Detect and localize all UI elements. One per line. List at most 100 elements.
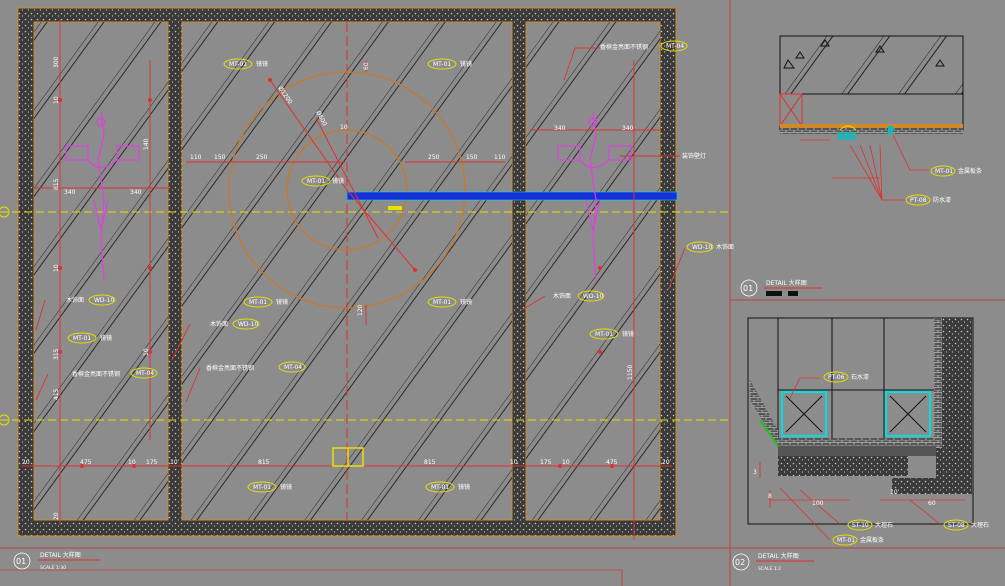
svg-text:150: 150 [214, 154, 226, 161]
svg-text:250: 250 [256, 154, 268, 161]
svg-text:20: 20 [662, 459, 670, 466]
cad-drawing: MT-01 镜镜 MT-01 镜镜 MT-01 镜镜 MT-01 镜镜 MT-0… [0, 0, 1005, 586]
svg-text:ST-08: ST-08 [948, 522, 965, 529]
svg-text:10: 10 [53, 96, 60, 104]
wall-lamp-label: 装饰壁灯 [682, 152, 706, 160]
svg-text:镜镜: 镜镜 [460, 298, 472, 306]
svg-text:10: 10 [562, 459, 570, 466]
svg-text:815: 815 [424, 459, 436, 466]
svg-text:MT-04: MT-04 [284, 364, 302, 371]
svg-text:815: 815 [53, 178, 60, 190]
svg-text:MT-01: MT-01 [595, 331, 613, 338]
svg-text:香槟金亮面不锈钢: 香槟金亮面不锈钢 [206, 364, 254, 372]
tag-wd10-outer-right: WD-10 木饰面 [686, 241, 734, 253]
svg-text:WD-10: WD-10 [238, 321, 259, 328]
svg-text:10: 10 [143, 348, 150, 356]
svg-text:石水漆: 石水漆 [851, 373, 869, 381]
svg-text:250: 250 [428, 154, 440, 161]
tag-mt01-bottom-right: MT-01 镜镜 [425, 481, 470, 493]
svg-text:20: 20 [22, 459, 30, 466]
svg-text:WD-10: WD-10 [94, 297, 115, 304]
svg-text:10: 10 [890, 489, 898, 496]
svg-text:香槟金亮面不锈钢: 香槟金亮面不锈钢 [600, 43, 648, 51]
svg-text:140: 140 [143, 138, 150, 150]
detail-02-drawing: 3 8 100 10 60 PT-06 石水漆 ST-10 大理石 ST-08 … [747, 317, 989, 546]
svg-text:60: 60 [928, 500, 936, 507]
svg-text:10: 10 [510, 459, 518, 466]
svg-text:340: 340 [622, 125, 634, 132]
svg-text:DETAIL 大样图: DETAIL 大样图 [766, 279, 807, 287]
svg-text:香槟金亮面不锈钢: 香槟金亮面不锈钢 [72, 370, 120, 378]
svg-text:镜镜: 镜镜 [460, 60, 472, 68]
svg-text:175: 175 [146, 459, 158, 466]
svg-text:DETAIL 大样图: DETAIL 大样图 [758, 552, 799, 560]
svg-text:大理石: 大理石 [875, 521, 893, 529]
tag-mt01-top: MT-01 镜镜 [223, 58, 268, 70]
svg-text:340: 340 [554, 125, 566, 132]
svg-text:MT-01: MT-01 [431, 484, 449, 491]
svg-text:1150: 1150 [627, 365, 634, 380]
svg-text:WD-10: WD-10 [583, 293, 604, 300]
svg-text:镜镜: 镜镜 [622, 330, 634, 338]
svg-text:MT-01: MT-01 [433, 61, 451, 68]
svg-text:415: 415 [53, 388, 60, 400]
svg-text:100: 100 [812, 500, 824, 507]
svg-text:175: 175 [540, 459, 552, 466]
tag-mt01-right-panel: MT-01 镜镜 [589, 328, 634, 340]
svg-text:MT-01: MT-01 [249, 299, 267, 306]
svg-text:MT-01: MT-01 [837, 537, 855, 544]
svg-text:10: 10 [53, 264, 60, 272]
svg-text:镜镜: 镜镜 [280, 483, 292, 491]
svg-text:MT-01: MT-01 [433, 299, 451, 306]
svg-text:01: 01 [16, 557, 26, 566]
detail-02-title-block: 02 DETAIL 大样图 SCALE 1:2 [732, 552, 814, 572]
svg-text:镜镜: 镜镜 [100, 334, 112, 342]
svg-text:8: 8 [768, 493, 772, 500]
svg-text:120: 120 [357, 304, 364, 316]
elevation-drawing [0, 7, 728, 540]
svg-text:MT-01: MT-01 [307, 178, 325, 185]
svg-text:340: 340 [130, 189, 142, 196]
svg-text:475: 475 [606, 459, 618, 466]
svg-text:01: 01 [743, 284, 753, 293]
svg-text:PT-06: PT-06 [828, 374, 845, 381]
svg-text:MT-04: MT-04 [136, 370, 154, 377]
svg-text:MT-01: MT-01 [229, 61, 247, 68]
svg-text:木饰面: 木饰面 [716, 243, 734, 251]
svg-text:3: 3 [753, 469, 757, 476]
tag-mt01-mid-left: MT-01 镜镜 [243, 296, 288, 308]
svg-text:300: 300 [53, 56, 60, 68]
tag-mt01-left-panel: MT-01 镜镜 [67, 332, 112, 344]
svg-text:10: 10 [170, 459, 178, 466]
svg-text:10: 10 [128, 459, 136, 466]
svg-text:MT-01: MT-01 [73, 335, 91, 342]
svg-text:镜镜: 镜镜 [256, 60, 268, 68]
svg-text:ST-10: ST-10 [852, 522, 869, 529]
svg-text:镜镜: 镜镜 [458, 483, 470, 491]
detail-01-drawing: MT-01 金属板条 PT-08 防水漆 [779, 35, 982, 206]
svg-text:镜镜: 镜镜 [276, 298, 288, 306]
elevation-title-block: 01 DETAIL 大样图 SCALE 1:30 [13, 551, 100, 571]
svg-text:木饰面: 木饰面 [553, 292, 571, 300]
svg-text:大理石: 大理石 [971, 521, 989, 529]
svg-text:金属板条: 金属板条 [958, 167, 982, 175]
tag-mt01-circle: MT-01 镜镜 [301, 175, 344, 187]
tag-mt01-mid-right: MT-01 镜镜 [427, 296, 472, 308]
svg-text:木饰面: 木饰面 [210, 320, 228, 328]
detail-01-title-block: 01 DETAIL 大样图 [740, 279, 822, 297]
svg-text:防水漆: 防水漆 [933, 196, 951, 204]
tag-mt01-bottom-left: MT-01 镜镜 [247, 481, 292, 493]
svg-text:金属板条: 金属板条 [860, 536, 884, 544]
svg-text:110: 110 [494, 154, 506, 161]
svg-text:镜镜: 镜镜 [332, 177, 344, 185]
svg-text:02: 02 [735, 558, 745, 567]
tag-mt01-top-right: MT-01 镜镜 [427, 58, 472, 70]
svg-text:315: 315 [53, 348, 60, 360]
svg-text:815: 815 [258, 459, 270, 466]
svg-text:MT-04: MT-04 [666, 43, 684, 50]
svg-text:MT-01: MT-01 [935, 168, 953, 175]
svg-text:10: 10 [340, 124, 348, 131]
svg-text:SCALE 1:2: SCALE 1:2 [758, 566, 781, 572]
svg-text:20: 20 [53, 512, 60, 520]
svg-text:475: 475 [80, 459, 92, 466]
